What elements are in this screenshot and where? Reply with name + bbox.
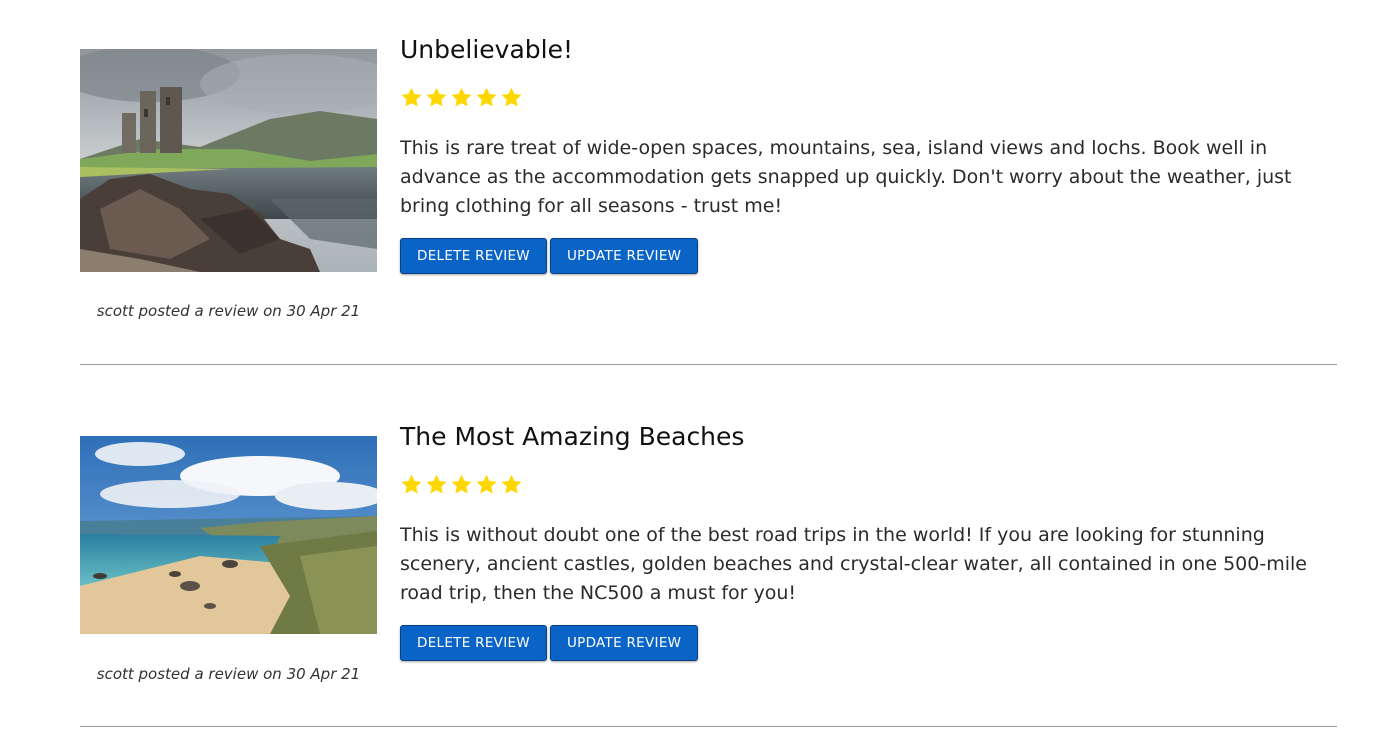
review-byline: scott posted a review on 30 Apr 21	[96, 302, 361, 320]
star-rating	[400, 86, 1340, 110]
review-actions: DELETE REVIEW UPDATE REVIEW	[400, 625, 1340, 661]
review-divider	[80, 726, 1337, 727]
delete-review-button[interactable]: DELETE REVIEW	[400, 625, 547, 661]
star-icon	[476, 87, 497, 107]
review-actions: DELETE REVIEW UPDATE REVIEW	[400, 238, 1340, 274]
review-content: The Most Amazing Beaches This is without…	[400, 421, 1340, 661]
update-review-button[interactable]: UPDATE REVIEW	[549, 238, 699, 274]
review-media	[80, 436, 377, 634]
review-photo-castle	[80, 49, 377, 272]
star-icon	[501, 474, 522, 494]
review-title: The Most Amazing Beaches	[400, 422, 745, 451]
review-body: This is without doubt one of the best ro…	[400, 524, 1307, 604]
star-icon	[451, 474, 472, 494]
delete-review-button[interactable]: DELETE REVIEW	[400, 238, 547, 274]
review-body: This is rare treat of wide-open spaces, …	[400, 137, 1292, 217]
review-photo-beach	[80, 436, 377, 634]
beach-landscape-image	[80, 436, 377, 634]
review-title: Unbelievable!	[400, 35, 573, 64]
review-card: scott posted a review on 30 Apr 21 The M…	[80, 387, 1337, 727]
star-icon	[401, 474, 422, 494]
star-icon	[451, 87, 472, 107]
update-review-button[interactable]: UPDATE REVIEW	[549, 625, 699, 661]
review-card: scott posted a review on 30 Apr 21 Unbel…	[80, 0, 1337, 365]
star-icon	[401, 87, 422, 107]
review-byline: scott posted a review on 30 Apr 21	[96, 665, 361, 683]
star-icon	[501, 87, 522, 107]
star-rating	[400, 473, 1340, 497]
star-icon	[426, 474, 447, 494]
star-icon	[476, 474, 497, 494]
review-divider	[80, 364, 1337, 365]
castle-landscape-image	[80, 49, 377, 272]
review-content: Unbelievable! This is rare treat of wide…	[400, 34, 1340, 274]
review-media	[80, 49, 377, 272]
star-icon	[426, 87, 447, 107]
